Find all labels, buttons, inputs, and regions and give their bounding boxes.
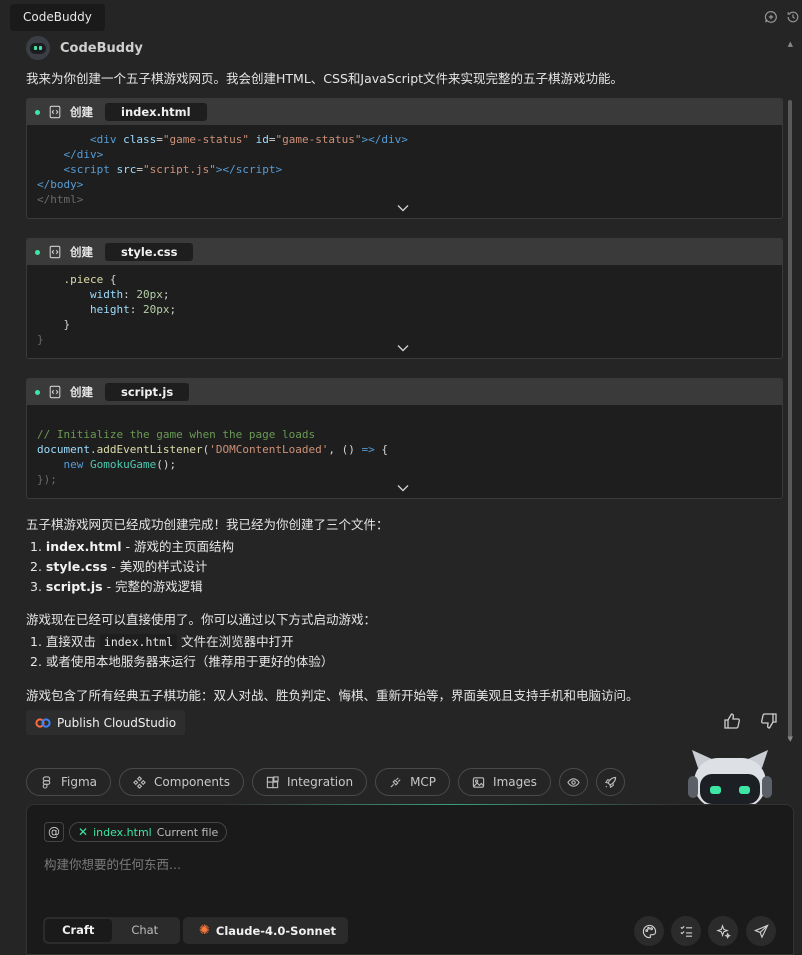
card-file-name[interactable]: index.html (105, 103, 207, 121)
components-chip[interactable]: Components (119, 768, 244, 796)
code-preview: // Initialize the game when the page loa… (37, 428, 389, 486)
eye-icon (567, 777, 580, 787)
intro-text: 我来为你创建一个五子棋游戏网页。我会创建HTML、CSS和JavaScript文… (26, 71, 624, 86)
inline-code: index.html (99, 634, 178, 650)
preview-chip[interactable] (558, 768, 588, 796)
send-icon (753, 923, 769, 939)
integration-icon (266, 775, 279, 788)
cloudstudio-logo-icon (35, 717, 51, 728)
integration-chip[interactable]: Integration (251, 768, 368, 796)
summary-features-text: 游戏包含了所有经典五子棋功能：双人对战、胜负判定、悔棋、重新开始等，界面美观且支… (26, 688, 639, 703)
rules-button[interactable] (671, 916, 701, 946)
scroll-up-arrow[interactable]: ▲ (788, 40, 793, 48)
scrollbar-thumb[interactable] (788, 100, 792, 740)
expand-chevron-icon[interactable] (397, 484, 409, 492)
figma-chip[interactable]: Figma (26, 768, 112, 796)
card-file-name[interactable]: script.js (105, 383, 190, 401)
image-icon (472, 776, 485, 788)
tab-chat[interactable]: Chat (112, 919, 179, 942)
card-file-name[interactable]: style.css (105, 243, 194, 261)
context-file-chip[interactable]: ✕ index.html Current file (69, 822, 228, 842)
checklist-icon (679, 925, 692, 937)
file-list: 1. index.html - 游戏的主页面结构 2. style.css - … (30, 537, 234, 597)
new-chat-icon[interactable] (764, 10, 778, 27)
publish-cloudstudio-button[interactable]: Publish CloudStudio (26, 710, 186, 735)
code-file-icon (49, 105, 61, 119)
plug-icon (390, 776, 401, 788)
palette-button[interactable] (634, 916, 664, 946)
card-action-label: 创建 (70, 385, 93, 399)
status-dot (35, 249, 40, 255)
window-tab[interactable]: CodeBuddy (10, 4, 105, 31)
quick-chips: Figma Components Integration MCP Images (26, 768, 625, 796)
send-button[interactable] (746, 916, 776, 946)
agent-name: CodeBuddy (60, 40, 143, 56)
rocket-icon (604, 776, 617, 788)
remove-context-icon[interactable]: ✕ (78, 825, 88, 839)
agent-header: CodeBuddy (26, 36, 143, 60)
thumbs-up-icon[interactable] (723, 712, 741, 730)
context-file-name: index.html (93, 825, 152, 839)
list-item: 2. 或者使用本地服务器来运行（推荐用于更好的体验） (30, 654, 334, 669)
list-item: 1. 直接双击 index.html 文件在浏览器中打开 (30, 634, 294, 650)
images-chip[interactable]: Images (458, 768, 551, 796)
model-selector[interactable]: ✺ Claude-4.0-Sonnet (183, 917, 349, 944)
list-item: 1. index.html - 游戏的主页面结构 (30, 539, 234, 554)
card-action-label: 创建 (70, 245, 93, 259)
model-name: Claude-4.0-Sonnet (215, 923, 337, 938)
thumbs-down-icon[interactable] (760, 712, 778, 730)
publish-label: Publish CloudStudio (57, 715, 177, 730)
tab-craft[interactable]: Craft (45, 919, 112, 942)
summary-done-text: 五子棋游戏网页已经成功创建完成！我已经为你创建了三个文件： (26, 517, 389, 532)
code-preview: <div class="game-status" id="game-status… (37, 133, 408, 206)
card-action-label: 创建 (70, 105, 93, 119)
enhance-prompt-button[interactable] (708, 916, 738, 946)
file-card-script-js[interactable]: 创建 script.js // Initialize the game when… (26, 378, 783, 499)
context-file-tag: Current file (156, 825, 219, 839)
scroll-down-arrow[interactable]: ▼ (788, 735, 793, 743)
chat-input-panel: @ ✕ index.html Current file 构建你想要的任何东西..… (26, 804, 794, 955)
expand-chevron-icon[interactable] (397, 204, 409, 212)
file-card-index-html[interactable]: 创建 index.html <div class="game-status" i… (26, 98, 783, 219)
file-card-style-css[interactable]: 创建 style.css .piece { width: 20px; heigh… (26, 238, 783, 359)
status-dot (35, 389, 40, 395)
components-icon (133, 775, 146, 789)
code-file-icon (49, 385, 61, 399)
claude-logo-icon: ✺ (199, 923, 210, 938)
codebuddy-avatar (26, 36, 50, 60)
prompt-input[interactable]: 构建你想要的任何东西... (44, 854, 181, 873)
expand-chevron-icon[interactable] (397, 344, 409, 352)
codebuddy-mascot (688, 750, 772, 806)
mode-switcher: Craft Chat (43, 917, 180, 944)
code-file-icon (49, 245, 61, 259)
figma-icon (42, 775, 51, 789)
list-item: 3. script.js - 完整的游戏逻辑 (30, 579, 203, 594)
launch-list: 1. 直接双击 index.html 文件在浏览器中打开 2. 或者使用本地服务… (30, 632, 333, 672)
deploy-chip[interactable] (595, 768, 625, 796)
history-icon[interactable] (786, 10, 800, 27)
code-preview: .piece { width: 20px; height: 20px; } } (37, 273, 177, 346)
sparkle-icon (715, 923, 731, 939)
summary-ready-text: 游戏现在已经可以直接使用了。你可以通过以下方式启动游戏： (26, 612, 377, 627)
top-toolbar (764, 10, 800, 27)
list-item: 2. style.css - 美观的样式设计 (30, 559, 208, 574)
mention-button[interactable]: @ (44, 822, 64, 842)
mcp-chip[interactable]: MCP (375, 768, 451, 796)
palette-icon (642, 924, 656, 938)
status-dot (35, 109, 40, 115)
